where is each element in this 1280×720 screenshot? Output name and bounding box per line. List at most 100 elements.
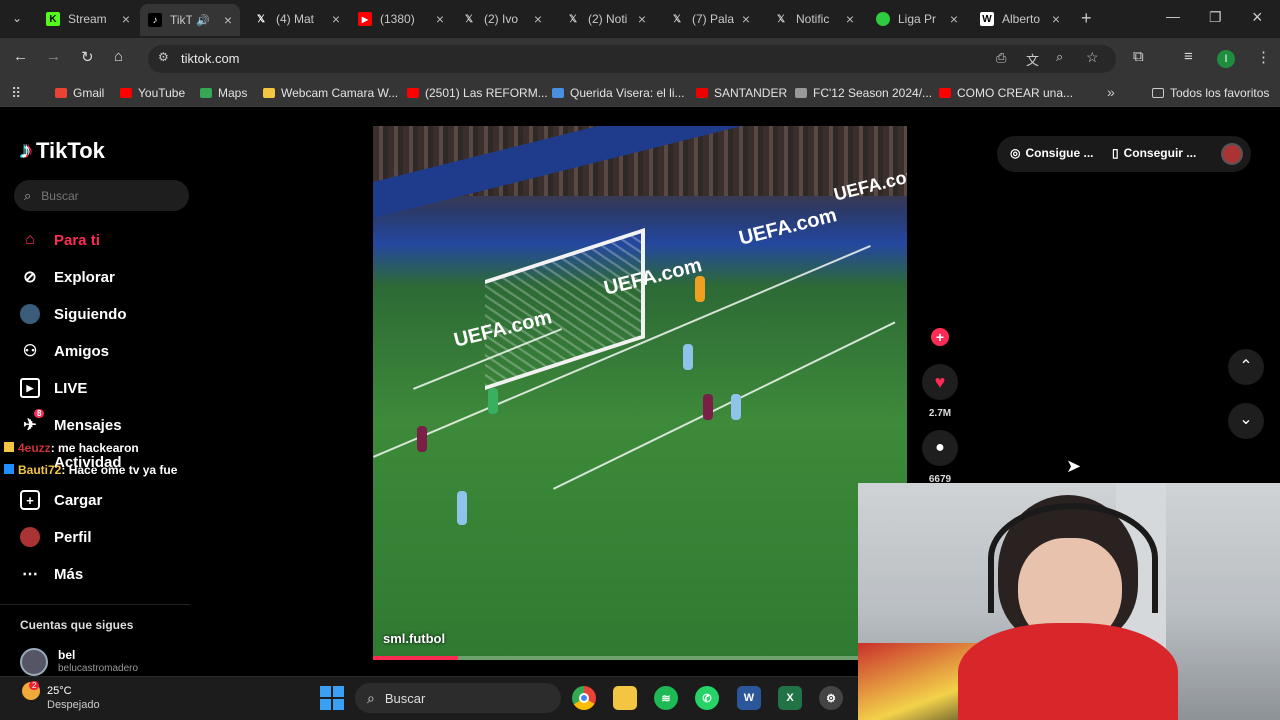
- bookmark-santander[interactable]: SANTANDER: [696, 86, 787, 100]
- close-icon[interactable]: ×: [436, 11, 444, 27]
- bookmark-youtube[interactable]: YouTube: [120, 86, 185, 100]
- translate-icon[interactable]: 文: [1026, 50, 1039, 69]
- more-bookmarks-icon[interactable]: »: [1107, 84, 1115, 100]
- close-icon[interactable]: ×: [742, 11, 750, 27]
- site-info-icon[interactable]: ⚙: [158, 50, 169, 64]
- nav-live[interactable]: ▶ LIVE: [20, 378, 87, 398]
- x-icon: 𝕏: [776, 13, 786, 25]
- youtube-icon: ▶: [358, 12, 372, 26]
- chrome-icon[interactable]: [572, 686, 596, 710]
- user-avatar[interactable]: [1221, 143, 1243, 165]
- close-icon[interactable]: ×: [638, 11, 646, 27]
- nav-cargar[interactable]: + Cargar: [20, 490, 102, 510]
- maps-icon: [200, 88, 212, 98]
- bookmark-visera[interactable]: Querida Visera: el li...: [552, 86, 685, 100]
- more-icon: ⋯: [22, 566, 38, 583]
- tab-x-noti[interactable]: 𝕏 (2) Noti ×: [566, 6, 646, 32]
- nav-amigos[interactable]: ⚇ Amigos: [20, 341, 109, 361]
- zoom-icon[interactable]: ⌕: [1056, 49, 1063, 65]
- follow-plus-icon[interactable]: +: [931, 328, 949, 346]
- tiktok-logo[interactable]: ♪ TikTok: [20, 137, 105, 165]
- install-icon[interactable]: ⎙: [996, 50, 1006, 66]
- profile-avatar[interactable]: I: [1217, 50, 1235, 68]
- address-bar[interactable]: ⚙ tiktok.com ⎙ 文 ⌕ ☆: [148, 45, 1116, 73]
- tab-title: (2) Noti: [588, 12, 628, 26]
- close-icon[interactable]: ×: [224, 12, 232, 28]
- back-icon[interactable]: ←: [13, 48, 28, 65]
- video-player[interactable]: UEFA.com UEFA.com UEFA.com UEFA.com sml.…: [373, 126, 907, 660]
- nav-mas[interactable]: ⋯ Más: [20, 564, 83, 584]
- restore-icon[interactable]: ❐: [1209, 9, 1222, 26]
- url-text[interactable]: tiktok.com: [181, 51, 240, 66]
- previous-video-button[interactable]: ⌃: [1228, 349, 1264, 385]
- close-icon[interactable]: ×: [122, 11, 130, 27]
- speaker-icon[interactable]: 🔊: [196, 14, 210, 27]
- excel-icon[interactable]: X: [778, 686, 802, 710]
- close-icon[interactable]: ×: [332, 11, 340, 27]
- new-tab-icon[interactable]: +: [1081, 8, 1092, 29]
- tab-wikipedia[interactable]: W Alberto ×: [980, 6, 1060, 32]
- home-icon[interactable]: ⌂: [114, 48, 123, 65]
- tab-x-4[interactable]: 𝕏 (4) Mat ×: [254, 6, 340, 32]
- messages-badge: 8: [34, 409, 45, 418]
- next-video-button[interactable]: ⌄: [1228, 403, 1264, 439]
- nav-siguiendo[interactable]: Siguiendo: [20, 304, 127, 324]
- bookmark-crear[interactable]: COMO CREAR una...: [939, 86, 1073, 100]
- weather-widget[interactable]: 25°C Despejado: [47, 684, 100, 712]
- bookmark-webcam[interactable]: Webcam Camara W...: [263, 86, 398, 100]
- tab-tiktok[interactable]: ♪ TikTok 🔊 ×: [140, 4, 240, 36]
- tab-youtube[interactable]: ▶ (1380) ×: [358, 6, 444, 32]
- extensions-icon[interactable]: ⧉: [1133, 48, 1144, 65]
- minimize-icon[interactable]: —: [1166, 8, 1180, 24]
- windows-icon: [320, 686, 331, 697]
- search-input[interactable]: ⌕ Buscar: [14, 180, 189, 211]
- close-icon[interactable]: ×: [534, 11, 542, 27]
- all-bookmarks[interactable]: Todos los favoritos: [1152, 86, 1269, 100]
- goalkeeper: [488, 388, 498, 414]
- get-coins-button[interactable]: ◎ Consigue ...: [1010, 146, 1094, 160]
- bookmark-maps[interactable]: Maps: [200, 86, 247, 100]
- forward-icon[interactable]: →: [46, 48, 61, 65]
- word-icon[interactable]: W: [737, 686, 761, 710]
- whatsapp-icon[interactable]: ✆: [695, 686, 719, 710]
- video-author[interactable]: sml.futbol: [383, 631, 445, 646]
- bookmark-reformas[interactable]: (2501) Las REFORM...: [407, 86, 548, 100]
- player: [683, 344, 693, 370]
- nav-mensajes[interactable]: ✈ 8 Mensajes: [20, 409, 122, 435]
- tab-stream[interactable]: K Stream ×: [46, 6, 130, 32]
- site-icon: [795, 88, 807, 98]
- apps-icon[interactable]: ⠿: [11, 85, 21, 102]
- spotify-icon[interactable]: ≋: [654, 686, 678, 710]
- media-control-icon[interactable]: ≡: [1184, 48, 1193, 65]
- close-icon[interactable]: ×: [950, 11, 958, 27]
- comment-button[interactable]: ●: [922, 430, 958, 466]
- tab-search-icon[interactable]: ⌄: [12, 11, 22, 25]
- star-icon[interactable]: ☆: [1086, 49, 1099, 66]
- window-close-icon[interactable]: ×: [1252, 7, 1263, 28]
- chat-badge-icon: [4, 464, 14, 474]
- nav-explorar[interactable]: ⊘ Explorar: [20, 267, 115, 287]
- profile-avatar-icon: [20, 527, 40, 547]
- nav-para-ti[interactable]: ⌂ Para ti: [20, 230, 100, 250]
- get-app-button[interactable]: ▯ Conseguir ...: [1112, 146, 1196, 160]
- nav-perfil[interactable]: Perfil: [20, 527, 92, 547]
- following-account[interactable]: bel belucastromadero: [20, 648, 138, 676]
- start-button[interactable]: [320, 686, 344, 710]
- bookmark-gmail[interactable]: Gmail: [55, 86, 104, 100]
- bookmark-fc12[interactable]: FC'12 Season 2024/...: [795, 86, 932, 100]
- close-icon[interactable]: ×: [1052, 11, 1060, 27]
- like-button[interactable]: ♥: [922, 364, 958, 400]
- reload-icon[interactable]: ↻: [81, 48, 94, 66]
- folder-icon: [1152, 88, 1164, 98]
- app-icon[interactable]: ⚙: [819, 686, 843, 710]
- tab-x-notific[interactable]: 𝕏 Notific ×: [774, 6, 854, 32]
- tab-liga[interactable]: Liga Pr ×: [876, 6, 958, 32]
- close-icon[interactable]: ×: [846, 11, 854, 27]
- tab-x-pala[interactable]: 𝕏 (7) Pala ×: [670, 6, 750, 32]
- tab-x-ivo[interactable]: 𝕏 (2) Ivo ×: [462, 6, 542, 32]
- file-explorer-icon[interactable]: [613, 686, 637, 710]
- menu-icon[interactable]: ⋮: [1256, 48, 1271, 66]
- progress-track[interactable]: [373, 656, 907, 660]
- home-icon: ⌂: [25, 231, 35, 248]
- taskbar-search[interactable]: ⌕ Buscar: [355, 683, 561, 713]
